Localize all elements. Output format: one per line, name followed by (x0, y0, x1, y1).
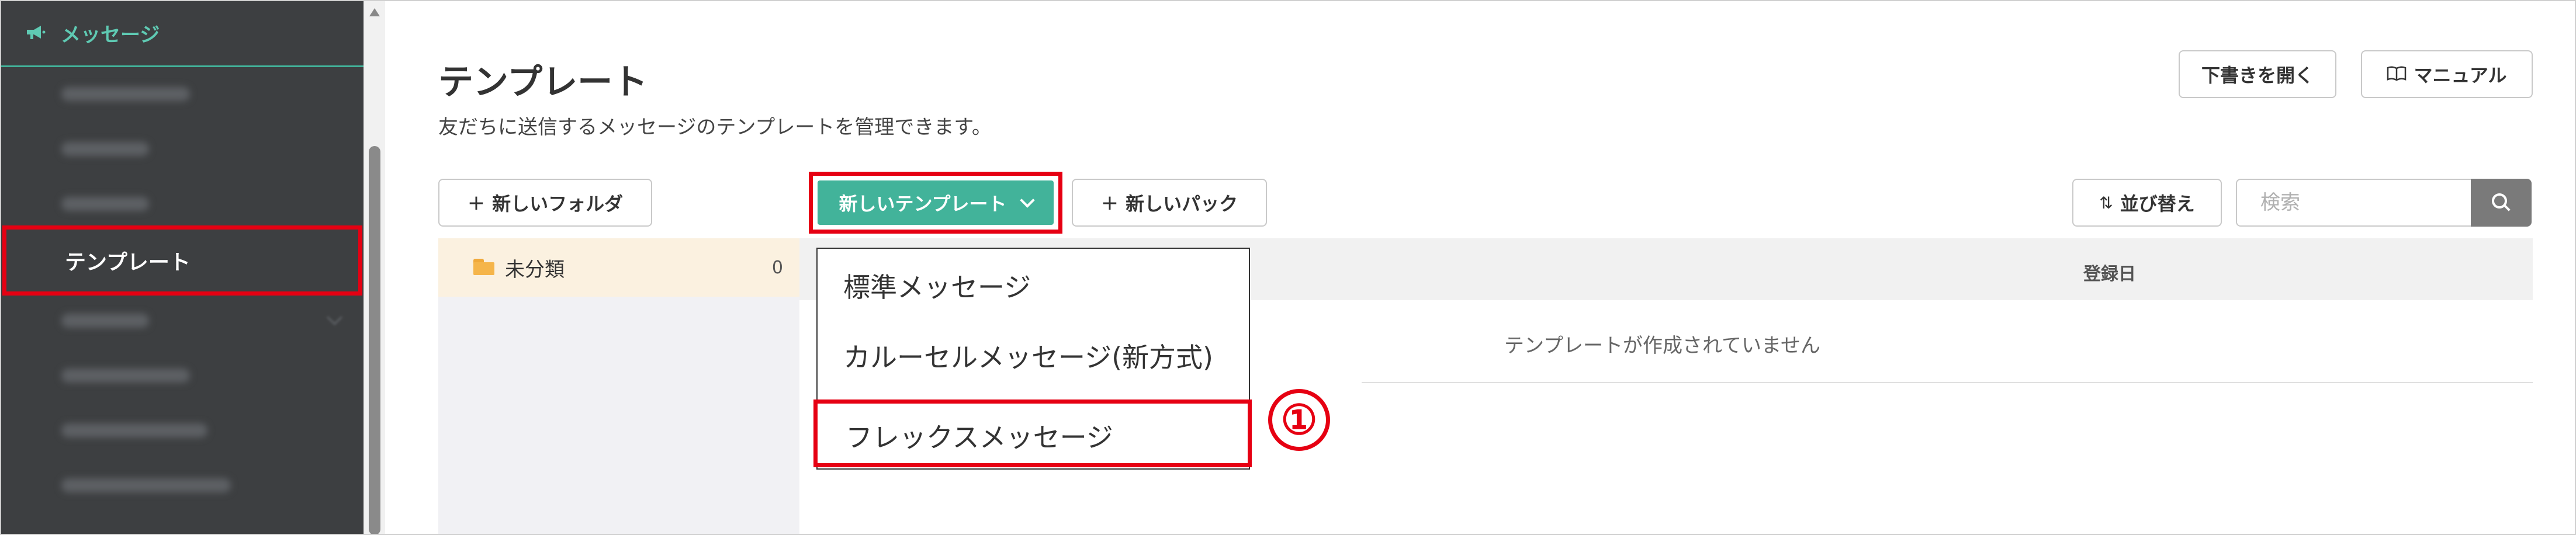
search-icon (2492, 193, 2507, 209)
new-pack-button[interactable]: + 新しいパック (1072, 179, 1267, 227)
sidebar-scrollbar[interactable] (363, 0, 385, 535)
step-marker: ① (1268, 389, 1330, 451)
scroll-thumb[interactable] (369, 146, 380, 535)
folder-count: 0 (771, 257, 783, 278)
open-draft-label: 下書きを開く (2201, 64, 2314, 86)
new-folder-button[interactable]: + 新しいフォルダ (438, 179, 652, 227)
folder-item[interactable]: 未分類 0 (438, 238, 799, 297)
sidebar-item-blurred[interactable] (0, 178, 363, 230)
new-template-button[interactable]: 新しいテンプレート (818, 180, 1054, 225)
sidebar-section-label: メッセージ (61, 23, 160, 47)
page-description: 友だちに送信するメッセージのテンプレートを管理できます。 (438, 116, 992, 139)
megaphone-icon (26, 24, 49, 41)
open-draft-button[interactable]: 下書きを開く (2179, 50, 2336, 98)
sidebar-item-blurred[interactable] (0, 404, 363, 457)
table-divider (1362, 382, 2533, 383)
blurred-label (61, 197, 149, 211)
sort-label: 並び替え (2120, 193, 2195, 215)
new-pack-label: 新しいパック (1126, 193, 1238, 215)
new-template-label: 新しいテンプレート (839, 193, 1007, 215)
sidebar-item-blurred[interactable] (0, 459, 363, 512)
menu-item-carousel-message[interactable]: カルーセルメッセージ(新方式) (843, 336, 1213, 375)
page-title: テンプレート (438, 62, 648, 103)
manual-label: マニュアル (2414, 64, 2507, 86)
blurred-label (61, 423, 207, 437)
chevron-down-icon (1019, 193, 1035, 208)
new-folder-label: 新しいフォルダ (492, 193, 624, 215)
blurred-label (61, 478, 231, 492)
blurred-label (61, 87, 190, 101)
search-input[interactable] (2236, 179, 2471, 227)
new-template-highlight: 新しいテンプレート (809, 172, 1062, 234)
plus-icon: + (1100, 190, 1119, 215)
sort-icon: ⇅ (2099, 193, 2113, 213)
sidebar-item-blurred[interactable] (0, 294, 363, 347)
folder-icon (473, 259, 497, 276)
menu-item-standard-message[interactable]: 標準メッセージ (843, 266, 1031, 305)
sidebar-item-blurred[interactable] (0, 349, 363, 402)
blurred-label (61, 142, 149, 156)
sidebar-item-blurred[interactable] (0, 123, 363, 175)
menu-item-flex-message[interactable]: フレックスメッセージ (846, 416, 1113, 455)
folder-name: 未分類 (505, 258, 565, 282)
sidebar-item-template[interactable]: テンプレート (2, 225, 362, 296)
empty-message: テンプレートが作成されていません (1504, 334, 1820, 357)
flex-message-highlight: フレックスメッセージ (813, 399, 1252, 467)
plus-icon: + (467, 190, 486, 215)
chevron-down-icon (327, 310, 342, 325)
blurred-label (61, 314, 149, 328)
sidebar-item-label: テンプレート (65, 251, 191, 275)
column-header-date[interactable]: 登録日 (2083, 259, 2136, 285)
scroll-up-icon[interactable] (369, 8, 380, 16)
sidebar-item-blurred[interactable] (0, 68, 363, 120)
sidebar: メッセージ テンプレート (0, 0, 363, 535)
book-icon (2387, 62, 2407, 86)
sort-button[interactable]: ⇅ 並び替え (2072, 179, 2222, 227)
search-button[interactable] (2471, 179, 2532, 227)
sidebar-section-message[interactable]: メッセージ (0, 0, 363, 67)
blurred-label (61, 369, 190, 383)
manual-button[interactable]: マニュアル (2361, 50, 2533, 98)
